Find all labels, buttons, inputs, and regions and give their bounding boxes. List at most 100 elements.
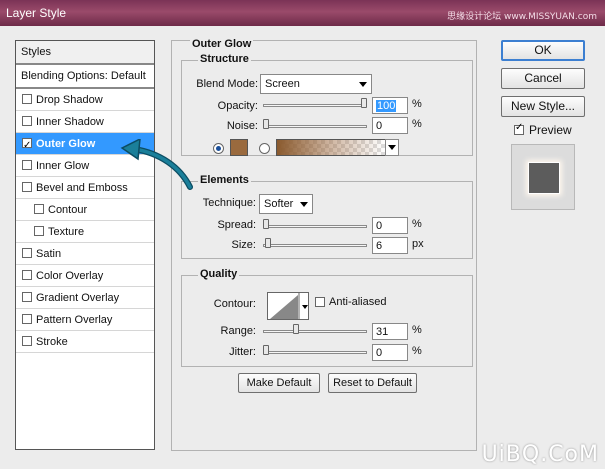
jitter-input[interactable]: 0 <box>372 344 408 361</box>
anti-aliased-label: Anti-aliased <box>329 296 387 308</box>
spread-slider-thumb[interactable] <box>263 219 269 229</box>
spread-unit: % <box>412 218 422 230</box>
size-slider-track[interactable] <box>263 244 367 247</box>
title-bar[interactable]: Layer Style 思缘设计论坛 www.MISSYUAN.com <box>0 0 605 26</box>
gradient-dropdown[interactable] <box>385 139 399 156</box>
style-item-label: Drop Shadow <box>36 94 103 106</box>
elements-title: Elements <box>198 174 251 186</box>
style-item-label: Texture <box>48 226 85 238</box>
preview-thumbnail <box>528 162 560 194</box>
style-checkbox[interactable] <box>22 270 32 280</box>
blend-mode-dropdown[interactable]: Screen <box>260 74 372 94</box>
glow-color-swatch[interactable] <box>230 139 248 156</box>
new-style-button[interactable]: New Style... <box>501 96 585 117</box>
range-value: 31 <box>376 326 389 338</box>
chevron-down-icon <box>359 82 367 87</box>
anti-aliased-checkbox[interactable] <box>315 297 325 307</box>
style-item-label: Gradient Overlay <box>36 292 120 304</box>
range-slider-track[interactable] <box>263 330 367 333</box>
style-item-satin[interactable]: Satin <box>16 243 154 265</box>
noise-input[interactable]: 0 <box>372 117 408 134</box>
gradient-radio[interactable] <box>259 143 270 154</box>
styles-list: Styles Blending Options: Default Drop Sh… <box>15 40 155 450</box>
style-item-pattern-overlay[interactable]: Pattern Overlay <box>16 309 154 331</box>
style-checkbox[interactable] <box>34 226 44 236</box>
jitter-slider-thumb[interactable] <box>263 345 269 355</box>
opacity-slider-thumb[interactable] <box>361 98 367 108</box>
jitter-unit: % <box>412 345 422 357</box>
size-input[interactable]: 6 <box>372 237 408 254</box>
spread-label: Spread: <box>217 219 256 231</box>
range-slider-thumb[interactable] <box>293 324 300 334</box>
spread-input[interactable]: 0 <box>372 217 408 234</box>
style-item-label: Bevel and Emboss <box>36 182 128 194</box>
dialog-body: Styles Blending Options: Default Drop Sh… <box>8 28 599 465</box>
jitter-label: Jitter: <box>229 346 256 358</box>
style-checkbox[interactable] <box>22 248 32 258</box>
preview-checkbox[interactable] <box>514 122 524 135</box>
style-checkbox[interactable] <box>22 182 32 192</box>
range-label: Range: <box>220 325 256 337</box>
size-label: Size: <box>231 239 256 251</box>
style-checkbox[interactable] <box>22 336 32 346</box>
annotation-arrow-icon <box>120 139 193 190</box>
technique-label: Technique: <box>202 197 256 209</box>
style-item-label: Stroke <box>36 336 68 348</box>
style-checkbox[interactable] <box>22 94 32 104</box>
style-item-label: Pattern Overlay <box>36 314 113 326</box>
style-item-drop-shadow[interactable]: Drop Shadow <box>16 89 154 111</box>
style-checkbox[interactable] <box>22 160 32 170</box>
noise-slider-track[interactable] <box>263 125 367 128</box>
style-checkbox[interactable] <box>22 116 32 126</box>
spread-value: 0 <box>376 220 383 232</box>
spread-slider-track[interactable] <box>263 225 367 228</box>
blend-mode-label: Blend Mode: <box>196 78 258 90</box>
outer-glow-title: Outer Glow <box>190 38 254 50</box>
styles-header[interactable]: Styles <box>16 41 154 65</box>
style-checkbox[interactable] <box>22 314 32 324</box>
style-checkbox[interactable] <box>34 204 44 214</box>
reset-to-default-button[interactable]: Reset to Default <box>328 373 417 393</box>
style-item-contour[interactable]: Contour <box>16 199 154 221</box>
noise-slider-thumb[interactable] <box>263 119 269 129</box>
opacity-input[interactable]: 100 <box>372 97 408 114</box>
solid-color-radio[interactable] <box>213 143 224 154</box>
make-default-button[interactable]: Make Default <box>238 373 320 393</box>
glow-gradient-swatch[interactable] <box>276 139 386 156</box>
opacity-label: Opacity: <box>217 100 258 112</box>
contour-preview[interactable] <box>267 292 309 320</box>
chevron-down-icon <box>388 145 396 150</box>
style-item-stroke[interactable]: Stroke <box>16 331 154 353</box>
noise-unit: % <box>412 118 422 130</box>
preview-box <box>511 144 575 210</box>
window-title: Layer Style <box>6 6 67 20</box>
style-item-label: Inner Glow <box>36 160 90 172</box>
style-item-label: Contour <box>48 204 88 216</box>
style-item-inner-shadow[interactable]: Inner Shadow <box>16 111 154 133</box>
blend-mode-value: Screen <box>265 78 300 90</box>
preview-label: Preview <box>529 123 572 137</box>
style-item-gradient-overlay[interactable]: Gradient Overlay <box>16 287 154 309</box>
opacity-slider-track[interactable] <box>263 104 367 107</box>
contour-label: Contour: <box>213 298 256 310</box>
opacity-value: 100 <box>376 100 397 112</box>
style-item-label: Inner Shadow <box>36 116 104 128</box>
opacity-unit: % <box>412 98 422 110</box>
noise-value: 0 <box>376 120 383 132</box>
style-item-label: Color Overlay <box>36 270 104 282</box>
style-checkbox[interactable] <box>22 135 32 157</box>
jitter-value: 0 <box>376 347 383 359</box>
range-input[interactable]: 31 <box>372 323 408 340</box>
ok-button[interactable]: OK <box>501 40 585 61</box>
jitter-slider-track[interactable] <box>263 351 367 354</box>
range-unit: % <box>412 324 422 336</box>
cancel-button[interactable]: Cancel <box>501 68 585 89</box>
chevron-down-icon <box>300 202 308 207</box>
style-item-color-overlay[interactable]: Color Overlay <box>16 265 154 287</box>
technique-dropdown[interactable]: Softer <box>259 194 313 214</box>
styles-header-label: Styles <box>21 46 51 58</box>
size-slider-thumb[interactable] <box>265 238 272 248</box>
style-item-texture[interactable]: Texture <box>16 221 154 243</box>
style-checkbox[interactable] <box>22 292 32 302</box>
blending-options-item[interactable]: Blending Options: Default <box>16 65 154 89</box>
